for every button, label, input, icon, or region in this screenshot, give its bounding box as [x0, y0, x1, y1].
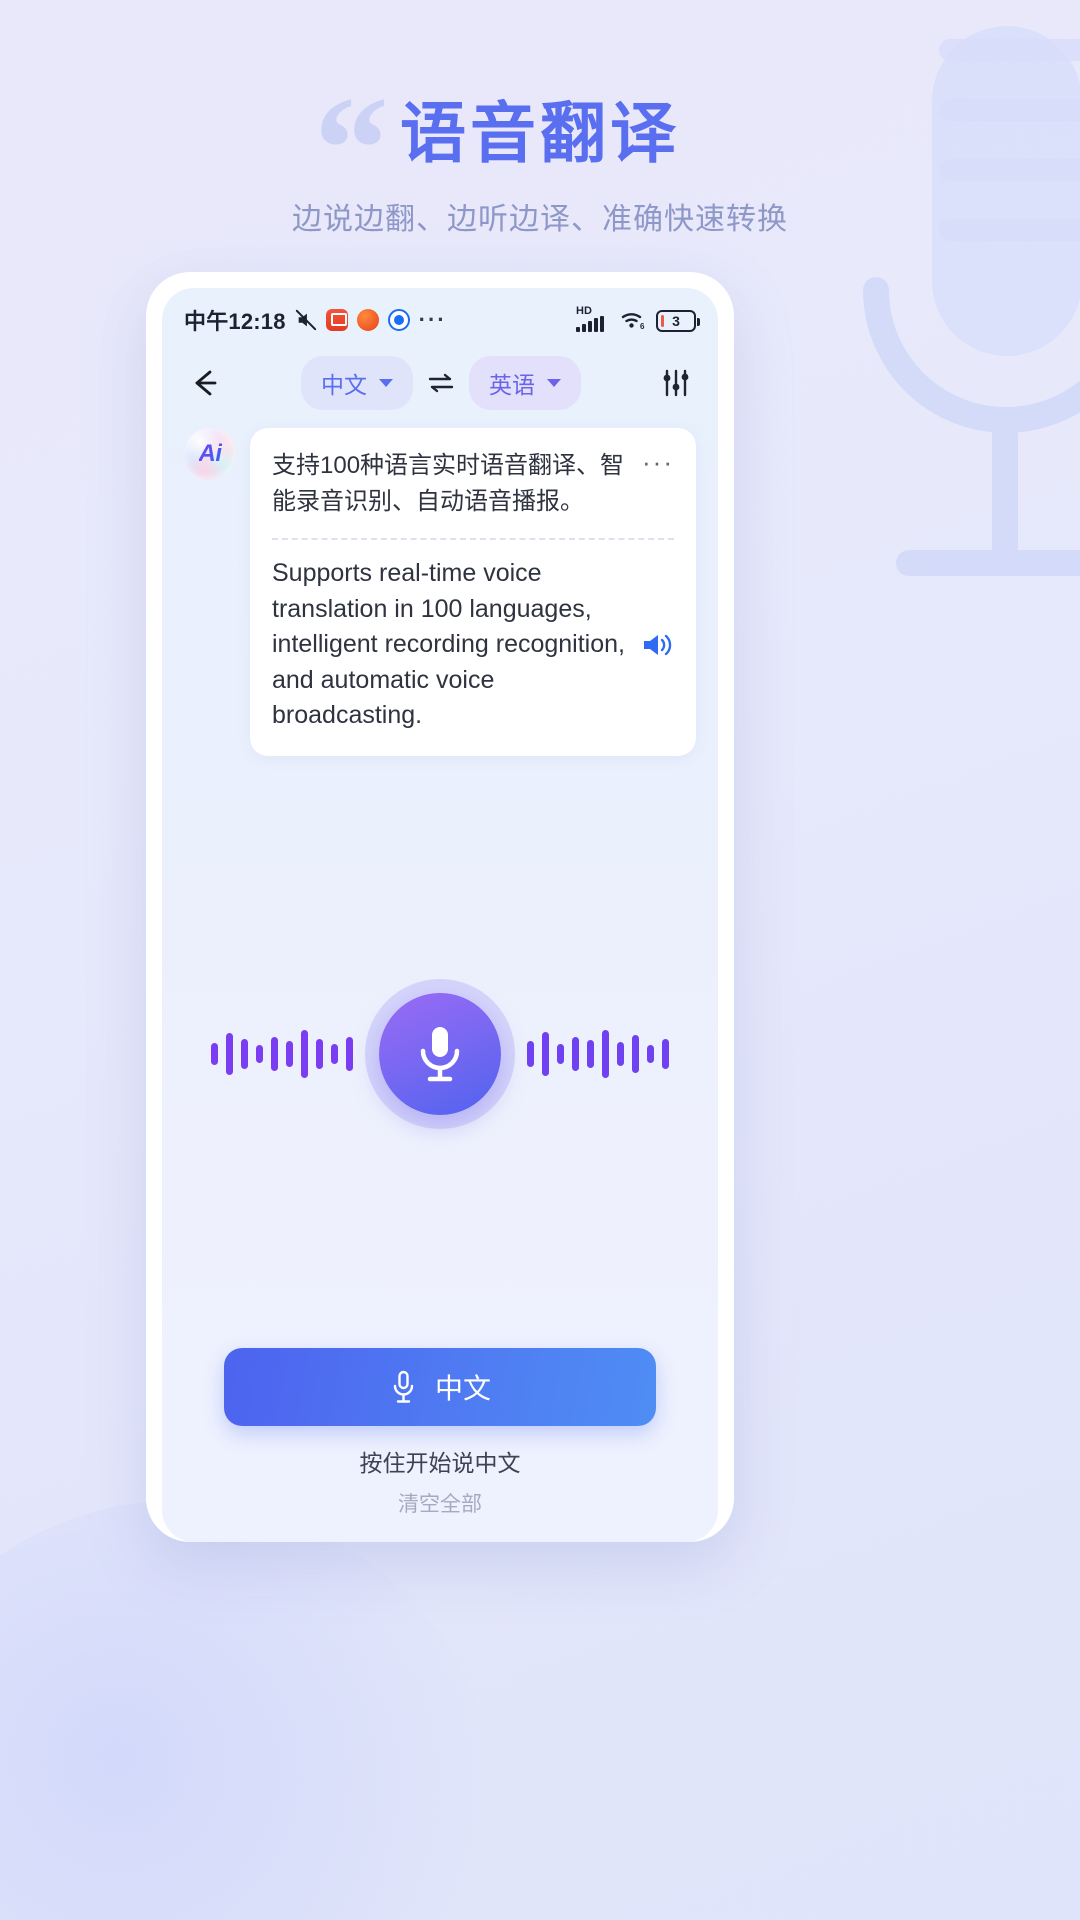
status-bar-time: 中午12:18 [184, 309, 286, 334]
translated-text: Supports real-time voice translation in … [272, 559, 625, 729]
battery-indicator: 3 [656, 310, 700, 332]
target-language-selector[interactable]: 英语 [469, 356, 581, 410]
push-to-talk-hint: 按住开始说中文 [359, 1450, 521, 1476]
kuaishou-icon [325, 309, 348, 331]
chevron-down-icon [379, 379, 393, 387]
translation-card: 支持100种语言实时语音翻译、智能录音识别、自动语音播报。 ··· Suppor… [250, 428, 696, 756]
mute-icon [295, 309, 316, 331]
source-language-selector[interactable]: 中文 [301, 356, 413, 410]
chevron-down-icon [547, 379, 561, 387]
back-arrow-icon[interactable] [188, 366, 222, 400]
microphone-icon [420, 1026, 460, 1081]
avatar: Ai [184, 428, 236, 480]
push-to-talk-label: 中文 [434, 1373, 491, 1404]
speaker-play-icon[interactable] [640, 630, 674, 660]
background-glow [0, 1500, 500, 1920]
signal-bars-icon: HD [576, 305, 610, 332]
waveform-left [211, 1019, 353, 1089]
browser-icon [387, 309, 410, 331]
wifi-6-icon: 6 [621, 313, 645, 331]
message-row: Ai 支持100种语言实时语音翻译、智能录音识别、自动语音播报。 ··· Sup… [162, 428, 718, 756]
quote-mark-icon: “ [314, 66, 389, 232]
waveform-right [527, 1019, 669, 1089]
phone-screen: 中午12:18 ··· HD 6 3 中文 英语 Ai 支持100种语言实时语音… [162, 288, 718, 1542]
bottom-bar: 中文 按住开始说中文 清空全部 [162, 1348, 718, 1542]
equalizer-settings-icon[interactable] [660, 367, 692, 399]
target-language-label: 英语 [489, 372, 535, 398]
microphone-icon [393, 1370, 414, 1403]
douyin-icon [356, 309, 379, 331]
source-language-label: 中文 [321, 372, 367, 398]
svg-text:6: 6 [640, 322, 645, 331]
page-title: 语音翻译 [400, 96, 680, 170]
avatar-label: Ai [198, 440, 223, 467]
page-subtitle: 边说边翻、边听边译、准确快速转换 [292, 202, 788, 236]
card-divider [272, 538, 674, 540]
push-to-talk-button[interactable]: 中文 [224, 1348, 656, 1426]
swap-languages-icon[interactable] [427, 371, 455, 395]
source-text: 支持100种语言实时语音翻译、智能录音识别、自动语音播报。 [272, 452, 625, 515]
status-overflow-icon: ··· [418, 307, 447, 332]
recorder-area [162, 760, 718, 1349]
more-options-icon[interactable]: ··· [642, 448, 674, 475]
record-button[interactable] [379, 992, 501, 1115]
clear-all-button[interactable]: 清空全部 [224, 1488, 656, 1518]
app-toolbar: 中文 英语 [162, 342, 718, 428]
status-bar: 中午12:18 ··· HD 6 3 [162, 288, 718, 342]
phone-frame: 中午12:18 ··· HD 6 3 中文 英语 Ai 支持100种语言实时语音… [146, 272, 734, 1542]
hero-header: “ 语音翻译 边说边翻、边听边译、准确快速转换 [0, 0, 1080, 238]
